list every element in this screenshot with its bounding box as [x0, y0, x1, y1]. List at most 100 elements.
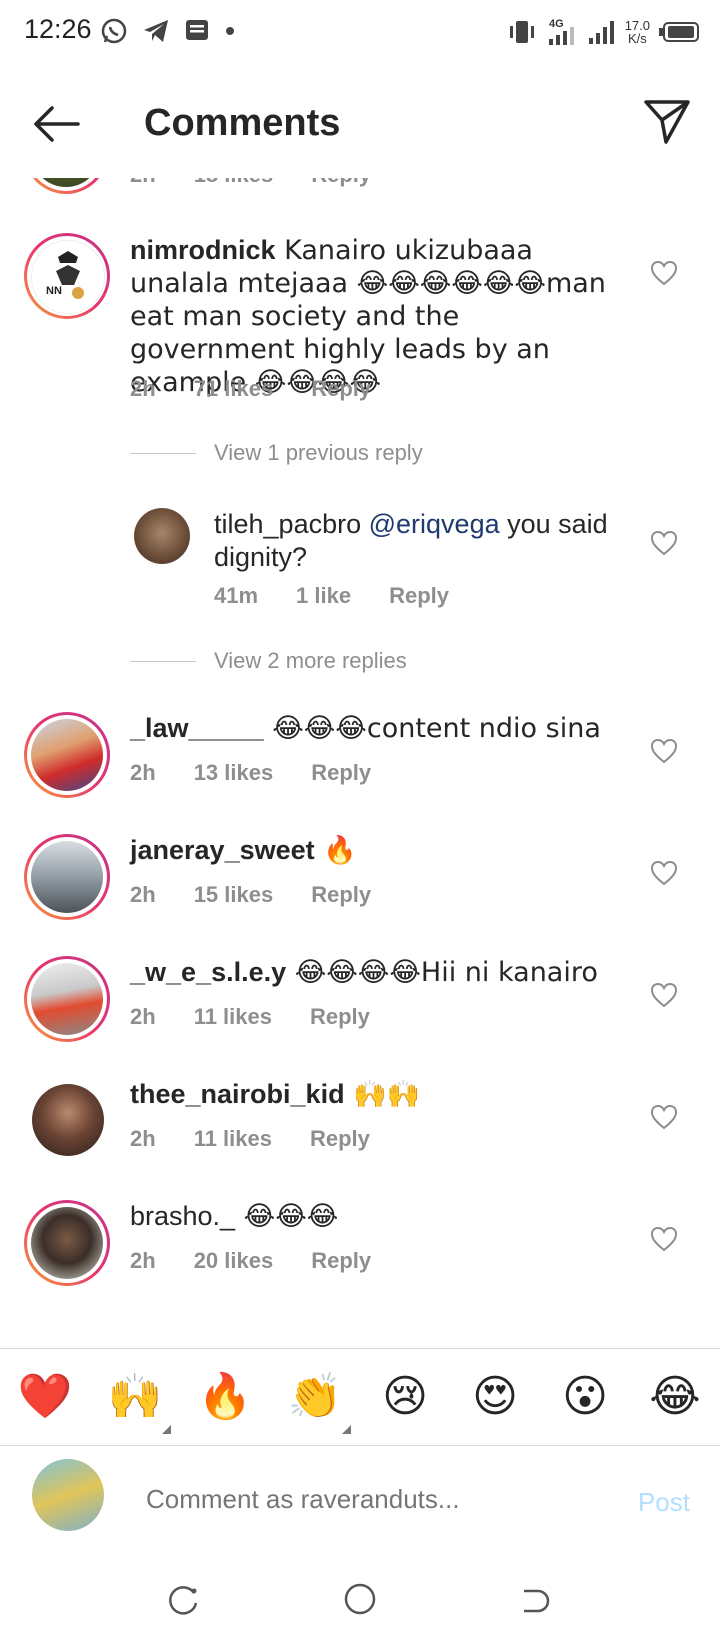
- like-button[interactable]: [650, 738, 678, 764]
- comment-time: 2h: [130, 376, 156, 401]
- reaction-laughing[interactable]: 😂: [647, 1369, 703, 1425]
- avatar[interactable]: [24, 178, 108, 194]
- reply-button[interactable]: Reply: [311, 1248, 371, 1273]
- comment-text: janeray_sweet 🔥: [130, 834, 620, 867]
- reaction-clapping[interactable]: 👏: [287, 1369, 343, 1425]
- dot-icon: [226, 27, 234, 35]
- comment-meta: 2h 71 likes Reply: [130, 376, 409, 402]
- header: Comments: [0, 66, 720, 178]
- comment-list[interactable]: 2h 18 likes Reply NN nimrodnick Kanairo uk…: [0, 178, 720, 1348]
- comment-likes[interactable]: 20 likes: [194, 1248, 274, 1273]
- message-icon: [186, 20, 208, 40]
- reply-button[interactable]: Reply: [311, 376, 371, 401]
- svg-text:4G: 4G: [549, 18, 564, 30]
- comment-likes[interactable]: 15 likes: [194, 882, 274, 907]
- back-nav-icon[interactable]: [516, 1583, 552, 1619]
- avatar[interactable]: [24, 956, 110, 1042]
- reaction-fire[interactable]: 🔥: [197, 1369, 253, 1425]
- skin-tone-indicator: [162, 1425, 171, 1434]
- heart-icon: [650, 260, 678, 286]
- view-more-replies[interactable]: View 2 more replies: [130, 648, 407, 674]
- status-time: 12:26: [24, 14, 92, 44]
- skin-tone-indicator: [342, 1425, 351, 1434]
- like-button[interactable]: [650, 530, 678, 556]
- comment-meta: 2h 20 likes Reply: [130, 1248, 409, 1274]
- heart-icon: [650, 1104, 678, 1130]
- view-more-label: View 2 more replies: [214, 648, 407, 673]
- arrow-left-icon: [34, 106, 80, 142]
- recent-apps-icon[interactable]: [166, 1583, 202, 1619]
- heart-icon: [650, 860, 678, 886]
- comment-likes[interactable]: 13 likes: [194, 760, 274, 785]
- comment-body: 😂😂😂content ndio sina: [263, 713, 601, 744]
- reaction-heart-eyes[interactable]: 😍: [467, 1369, 523, 1425]
- reaction-raised-hands[interactable]: 🙌: [107, 1369, 163, 1425]
- page-title: Comments: [144, 102, 341, 144]
- comment-time: 2h: [130, 1004, 156, 1029]
- comment-username[interactable]: janeray_sweet: [130, 835, 315, 865]
- reply-mention[interactable]: @eriqvega: [369, 509, 500, 539]
- back-button[interactable]: [28, 102, 84, 146]
- heart-icon: [650, 530, 678, 556]
- avatar[interactable]: [24, 834, 110, 920]
- whatsapp-icon: [101, 18, 127, 44]
- view-previous-label: View 1 previous reply: [214, 440, 423, 465]
- comment-username[interactable]: nimrodnick: [130, 235, 276, 265]
- comment-username[interactable]: brasho._: [130, 1201, 235, 1231]
- comment-time: 2h: [130, 1126, 156, 1151]
- like-button[interactable]: [650, 982, 678, 1008]
- nn-logo-icon: [56, 251, 84, 299]
- comment-username[interactable]: _law_____: [130, 713, 264, 743]
- reply-button[interactable]: Reply: [310, 1126, 370, 1151]
- reaction-heart[interactable]: ❤️: [17, 1369, 73, 1425]
- reply-button[interactable]: Reply: [311, 178, 371, 187]
- comment-likes[interactable]: 11 likes: [194, 1004, 272, 1029]
- comment-likes[interactable]: 71 likes: [194, 376, 274, 401]
- battery-icon: [659, 22, 699, 42]
- vibrate-icon: [509, 21, 534, 43]
- divider: [130, 452, 196, 454]
- reaction-surprised[interactable]: 😮: [557, 1369, 613, 1425]
- post-button[interactable]: Post: [638, 1487, 690, 1518]
- avatar[interactable]: [24, 712, 110, 798]
- reply-likes[interactable]: 1 like: [296, 583, 351, 608]
- comment-body: 🔥: [314, 835, 357, 866]
- speed-unit: K/s: [627, 31, 647, 46]
- heart-icon: [650, 1226, 678, 1252]
- home-icon[interactable]: [342, 1581, 378, 1617]
- view-previous-replies[interactable]: View 1 previous reply: [130, 440, 423, 466]
- quick-reactions-bar: ❤️ 🙌 🔥 👏 😢 😍 😮 😂: [0, 1348, 720, 1446]
- reply-button[interactable]: Reply: [311, 882, 371, 907]
- like-button[interactable]: [650, 860, 678, 886]
- avatar[interactable]: [32, 1084, 104, 1156]
- comment-body: 🙌🙌: [344, 1079, 421, 1110]
- reaction-crying[interactable]: 😢: [377, 1369, 433, 1425]
- system-icons: 4G 17.0 K/s: [507, 14, 700, 50]
- avatar[interactable]: [24, 1200, 110, 1286]
- comment-text: thee_nairobi_kid 🙌🙌: [130, 1078, 620, 1111]
- like-button[interactable]: [650, 1226, 678, 1252]
- comment-meta: 2h 11 likes Reply: [130, 1126, 408, 1152]
- avatar[interactable]: NN: [24, 233, 110, 319]
- reply-button[interactable]: Reply: [310, 1004, 370, 1029]
- comment-time: 2h: [130, 760, 156, 785]
- reply-meta: 41m 1 like Reply: [214, 583, 487, 609]
- telegram-icon: [144, 20, 168, 42]
- comment-username[interactable]: _w_e_s.l.e.y: [130, 957, 286, 987]
- status-bar: 12:26 4G 17.0 K/s: [0, 0, 720, 66]
- avatar[interactable]: [134, 508, 190, 564]
- like-button[interactable]: [650, 1104, 678, 1130]
- my-avatar: [32, 1459, 104, 1531]
- comment-likes[interactable]: 11 likes: [194, 1126, 272, 1151]
- reply-username[interactable]: tileh_pacbro: [214, 509, 361, 539]
- comment-likes[interactable]: 18 likes: [194, 178, 274, 187]
- reply-button[interactable]: Reply: [311, 760, 371, 785]
- network-speed: 17.0 K/s: [625, 19, 650, 45]
- share-button[interactable]: [642, 96, 692, 146]
- reply-button[interactable]: Reply: [389, 583, 449, 608]
- comment-time: 2h: [130, 882, 156, 907]
- comment-input[interactable]: [144, 1483, 588, 1516]
- comment-meta: 2h 13 likes Reply: [130, 760, 409, 786]
- like-button[interactable]: [650, 260, 678, 286]
- comment-username[interactable]: thee_nairobi_kid: [130, 1079, 345, 1109]
